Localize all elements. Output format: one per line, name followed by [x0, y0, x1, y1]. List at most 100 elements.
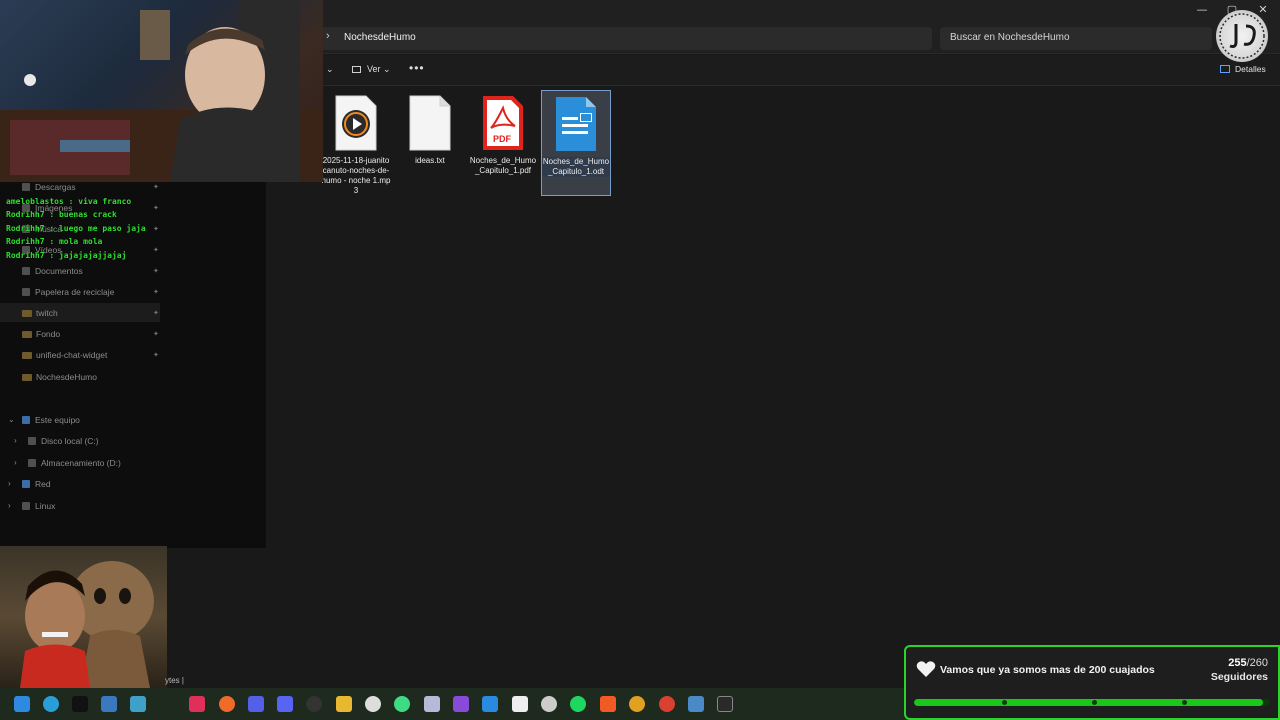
goal-count: 255/260 — [1228, 657, 1268, 669]
nav-item-label: twitch — [36, 308, 58, 318]
chrome-dev-icon[interactable] — [659, 696, 675, 712]
nav-item-label: NochesdeHumo — [36, 372, 97, 382]
nav-item-recycle-bin[interactable]: Papelera de reciclaje — [22, 287, 114, 297]
file-item[interactable]: PDF Noches_de_Humo_Capitulo_1.pdf — [468, 90, 538, 176]
chevron-right-icon[interactable]: › — [14, 458, 17, 467]
chevron-right-icon[interactable]: › — [14, 436, 17, 445]
nav-item-unified-chat-widget[interactable]: unified-chat-widget — [22, 350, 107, 360]
nav-item-nochesdehumo[interactable]: NochesdeHumo — [22, 372, 97, 382]
folder-icon — [22, 331, 32, 338]
chat-text: mola mola — [58, 237, 103, 247]
visual-studio-icon[interactable] — [453, 696, 469, 712]
photo-overlay — [0, 546, 167, 688]
capcut-icon[interactable] — [72, 696, 88, 712]
minimize-button[interactable]: — — [1191, 2, 1213, 18]
goal-message: Vamos que ya somos mas de 200 cuajados — [940, 664, 1155, 676]
nav-item-this-pc[interactable]: Este equipo — [22, 415, 80, 425]
network-icon — [22, 480, 30, 488]
computer-icon — [22, 416, 30, 424]
pin-icon: ✦ — [153, 289, 159, 296]
chat-message: Rodrihh7 : jajajajajjajaj — [6, 250, 127, 260]
pin-icon: ✦ — [153, 331, 159, 338]
file-name: Noches_de_Humo_Capitulo_1.pdf — [469, 156, 537, 175]
folder-icon — [22, 352, 32, 359]
chat-user: Rodrihh7 — [6, 223, 45, 233]
nav-item-network[interactable]: Red — [22, 479, 51, 489]
nav-item-label: Disco local (C:) — [41, 436, 99, 446]
search-input[interactable]: Buscar en NochesdeHumo — [940, 27, 1212, 50]
view-menu-button[interactable]: Ver ⌄ — [352, 64, 391, 75]
nav-item-downloads[interactable]: Descargas — [22, 182, 76, 192]
nav-item-linux[interactable]: Linux — [22, 501, 55, 511]
details-pane-icon — [1220, 65, 1230, 73]
notion-icon[interactable] — [512, 696, 528, 712]
terminal-icon[interactable] — [717, 696, 733, 712]
brave-icon[interactable] — [600, 696, 616, 712]
pin-icon: ✦ — [153, 247, 159, 254]
chevron-right-icon: › — [326, 30, 330, 42]
linux-icon — [22, 502, 30, 510]
windows-start-icon[interactable] — [14, 696, 30, 712]
github-icon[interactable] — [365, 696, 381, 712]
chevron-right-icon[interactable]: › — [8, 479, 11, 488]
nav-item-drive-c[interactable]: Disco local (C:) — [28, 436, 99, 446]
chat-message: Rodrihh7 : luego me paso jaja — [6, 223, 146, 233]
edge-icon[interactable] — [43, 696, 59, 712]
file-name: 2025-11-18-juanitocanuto-noches-de-humo … — [321, 156, 391, 195]
nav-item-twitch[interactable]: twitch — [22, 308, 58, 318]
pdf-badge: PDF — [493, 134, 511, 144]
postman-icon[interactable] — [219, 696, 235, 712]
file-item[interactable]: 2025-11-18-juanitocanuto-noches-de-humo … — [321, 90, 391, 196]
chrome-icon[interactable] — [629, 696, 645, 712]
webcam-overlay — [0, 0, 323, 182]
pin-icon: ✦ — [153, 205, 159, 212]
nav-item-label: Fondo — [36, 329, 61, 339]
vivaldi-icon[interactable] — [248, 696, 264, 712]
snipping-icon[interactable] — [130, 696, 146, 712]
file-item[interactable]: ideas.txt — [395, 90, 465, 166]
chat-overlay: ameloblastos : viva franco Rodrihh7 : bu… — [6, 195, 146, 262]
file-item-selected[interactable]: Noches_de_Humo_Capitulo_1.odt — [541, 90, 611, 196]
status-text: ytes | — [165, 676, 184, 685]
chevron-down-icon[interactable]: ⌄ — [8, 415, 15, 424]
chat-user: Rodrihh7 — [6, 237, 45, 247]
nav-item-drive-d[interactable]: Almacenamiento (D:) — [28, 458, 121, 468]
goal-total: /260 — [1246, 657, 1268, 669]
chat-user: ameloblastos — [6, 197, 64, 206]
chat-user: Rodrihh7 — [6, 210, 45, 220]
view-icon — [352, 66, 361, 73]
pin-icon: ✦ — [153, 352, 159, 359]
goal-current: 255 — [1228, 657, 1247, 669]
pen-icon[interactable] — [688, 696, 704, 712]
nav-item-label: Este equipo — [35, 415, 80, 425]
spotify-icon[interactable] — [570, 696, 586, 712]
goal-progress-fill — [914, 699, 1263, 706]
more-options-button[interactable]: ••• — [409, 61, 425, 75]
audio-file-icon — [334, 94, 378, 152]
nav-item-fondo[interactable]: Fondo — [22, 329, 60, 339]
chevron-down-icon[interactable]: ⌄ — [326, 64, 334, 75]
details-pane-button[interactable]: Detalles — [1220, 64, 1266, 74]
discord-icon[interactable] — [277, 696, 293, 712]
folder-icon — [22, 374, 32, 381]
file-explorer-icon[interactable] — [336, 696, 352, 712]
android-studio-icon[interactable] — [394, 696, 410, 712]
drive-icon — [28, 459, 36, 467]
box-icon[interactable] — [424, 696, 440, 712]
nav-item-label: Descargas — [35, 182, 76, 192]
chat-text: viva franco — [78, 197, 132, 206]
vscode-icon[interactable] — [482, 696, 498, 712]
chat-message: Rodrihh7 : buenas crack — [6, 210, 117, 220]
progress-tick — [1092, 700, 1097, 705]
progress-tick — [1182, 700, 1187, 705]
intellij-icon[interactable] — [189, 696, 205, 712]
obs-icon[interactable] — [306, 696, 322, 712]
file-name: Noches_de_Humo_Capitulo_1.odt — [542, 157, 610, 177]
view-label: Ver — [367, 64, 381, 74]
address-bar[interactable]: › NochesdeHumo — [320, 27, 932, 50]
nav-item-documents[interactable]: Documentos — [22, 266, 83, 276]
chevron-right-icon[interactable]: › — [8, 501, 11, 510]
monitor-icon[interactable] — [101, 696, 117, 712]
unity-icon[interactable] — [541, 696, 557, 712]
downloads-icon — [22, 183, 30, 191]
